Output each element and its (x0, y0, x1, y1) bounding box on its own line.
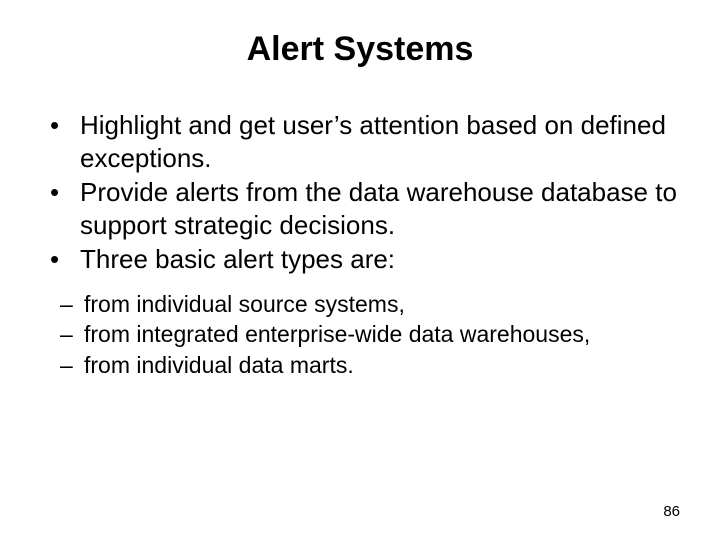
page-number: 86 (663, 503, 680, 520)
bullet-item: Highlight and get user’s attention based… (50, 109, 690, 174)
sub-bullet-item: from integrated enterprise-wide data war… (60, 320, 690, 349)
sub-bullet-item: from individual source systems, (60, 290, 690, 319)
sub-bullet-list: from individual source systems, from int… (30, 290, 690, 380)
bullet-list: Highlight and get user’s attention based… (30, 109, 690, 276)
sub-bullet-item: from individual data marts. (60, 351, 690, 380)
bullet-item: Provide alerts from the data warehouse d… (50, 176, 690, 241)
bullet-item: Three basic alert types are: (50, 243, 690, 276)
slide-title: Alert Systems (30, 30, 690, 69)
